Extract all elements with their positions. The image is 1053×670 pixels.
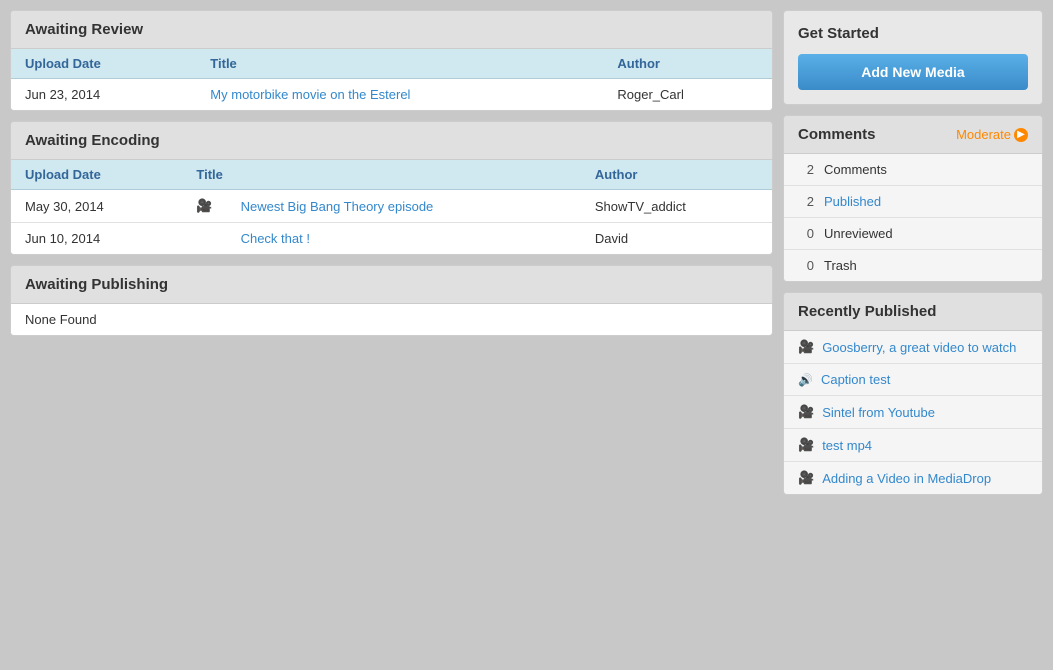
sidebar-column: Get Started Add New Media Comments Moder… bbox=[783, 10, 1043, 660]
video-camera-icon: 🎥 bbox=[798, 437, 814, 453]
cell-date: Jun 10, 2014 bbox=[11, 223, 182, 255]
awaiting-publishing-title: Awaiting Publishing bbox=[11, 266, 772, 304]
comments-header: Comments Moderate ▶ bbox=[784, 116, 1042, 154]
awaiting-encoding-table: Upload Date Title Author May 30, 2014 🎥 … bbox=[11, 160, 772, 254]
moderate-link[interactable]: Moderate ▶ bbox=[956, 127, 1028, 142]
recent-item-link[interactable]: Sintel from Youtube bbox=[822, 405, 935, 420]
cell-author: David bbox=[581, 223, 772, 255]
moderate-label: Moderate bbox=[956, 127, 1011, 142]
video-camera-icon: 🎥 bbox=[798, 470, 814, 486]
comment-label-published: Published bbox=[824, 194, 881, 209]
col-upload-date-1: Upload Date bbox=[11, 49, 196, 79]
page-wrapper: Awaiting Review Upload Date Title Author… bbox=[0, 0, 1053, 670]
cell-date: May 30, 2014 bbox=[11, 190, 182, 223]
none-found-row: None Found bbox=[11, 304, 772, 335]
main-column: Awaiting Review Upload Date Title Author… bbox=[10, 10, 773, 660]
list-item: 0 Unreviewed bbox=[784, 218, 1042, 250]
col-author-2: Author bbox=[581, 160, 772, 190]
comment-count: 2 bbox=[798, 162, 814, 177]
get-started-title: Get Started bbox=[798, 25, 1028, 42]
awaiting-review-title: Awaiting Review bbox=[11, 11, 772, 49]
title-link[interactable]: Check that ! bbox=[241, 231, 310, 246]
cell-icon-empty bbox=[182, 223, 226, 255]
awaiting-review-panel: Awaiting Review Upload Date Title Author… bbox=[10, 10, 773, 111]
title-link[interactable]: Newest Big Bang Theory episode bbox=[241, 199, 434, 214]
awaiting-encoding-panel: Awaiting Encoding Upload Date Title Auth… bbox=[10, 121, 773, 255]
col-title-2: Title bbox=[182, 160, 580, 190]
col-title-1: Title bbox=[196, 49, 603, 79]
table-row: May 30, 2014 🎥 Newest Big Bang Theory ep… bbox=[11, 190, 772, 223]
list-item: 🔊 Caption test bbox=[784, 364, 1042, 396]
list-item: 2 Published bbox=[784, 186, 1042, 218]
cell-title: Check that ! bbox=[227, 223, 581, 255]
none-found-text: None Found bbox=[11, 304, 772, 335]
recent-item-link[interactable]: Caption test bbox=[821, 372, 890, 387]
comments-title: Comments bbox=[798, 126, 876, 143]
awaiting-review-table: Upload Date Title Author Jun 23, 2014 My… bbox=[11, 49, 772, 110]
recently-published-panel: Recently Published 🎥 Goosberry, a great … bbox=[783, 292, 1043, 495]
col-upload-date-2: Upload Date bbox=[11, 160, 182, 190]
add-media-button[interactable]: Add New Media bbox=[798, 54, 1028, 90]
video-camera-icon: 🎥 bbox=[798, 404, 814, 420]
comment-count: 0 bbox=[798, 258, 814, 273]
moderate-circle-icon: ▶ bbox=[1014, 128, 1028, 142]
awaiting-publishing-panel: Awaiting Publishing None Found bbox=[10, 265, 773, 336]
recently-published-title: Recently Published bbox=[784, 293, 1042, 331]
audio-icon: 🔊 bbox=[798, 373, 813, 387]
col-author-1: Author bbox=[603, 49, 772, 79]
recent-item-link[interactable]: Goosberry, a great video to watch bbox=[822, 340, 1016, 355]
recent-item-link[interactable]: Adding a Video in MediaDrop bbox=[822, 471, 991, 486]
recent-item-link[interactable]: test mp4 bbox=[822, 438, 872, 453]
video-camera-icon: 🎥 bbox=[196, 198, 212, 213]
list-item: 🎥 test mp4 bbox=[784, 429, 1042, 462]
comment-count: 0 bbox=[798, 226, 814, 241]
cell-title: Newest Big Bang Theory episode bbox=[227, 190, 581, 223]
comments-panel: Comments Moderate ▶ 2 Comments 2 Publish… bbox=[783, 115, 1043, 282]
table-row: Jun 23, 2014 My motorbike movie on the E… bbox=[11, 79, 772, 111]
cell-author: Roger_Carl bbox=[603, 79, 772, 111]
cell-icon: 🎥 bbox=[182, 190, 226, 223]
comment-label: Unreviewed bbox=[824, 226, 893, 241]
awaiting-encoding-title: Awaiting Encoding bbox=[11, 122, 772, 160]
list-item: 🎥 Goosberry, a great video to watch bbox=[784, 331, 1042, 364]
cell-author: ShowTV_addict bbox=[581, 190, 772, 223]
comment-label: Trash bbox=[824, 258, 857, 273]
get-started-panel: Get Started Add New Media bbox=[783, 10, 1043, 105]
list-item: 2 Comments bbox=[784, 154, 1042, 186]
comment-label: Comments bbox=[824, 162, 887, 177]
comments-list: 2 Comments 2 Published 0 Unreviewed 0 Tr… bbox=[784, 154, 1042, 281]
list-item: 🎥 Adding a Video in MediaDrop bbox=[784, 462, 1042, 494]
cell-title: My motorbike movie on the Esterel bbox=[196, 79, 603, 111]
list-item: 🎥 Sintel from Youtube bbox=[784, 396, 1042, 429]
awaiting-publishing-table: None Found bbox=[11, 304, 772, 335]
video-camera-icon: 🎥 bbox=[798, 339, 814, 355]
recent-list: 🎥 Goosberry, a great video to watch 🔊 Ca… bbox=[784, 331, 1042, 494]
comment-count: 2 bbox=[798, 194, 814, 209]
title-link[interactable]: My motorbike movie on the Esterel bbox=[210, 87, 410, 102]
list-item: 0 Trash bbox=[784, 250, 1042, 281]
table-row: Jun 10, 2014 Check that ! David bbox=[11, 223, 772, 255]
cell-date: Jun 23, 2014 bbox=[11, 79, 196, 111]
